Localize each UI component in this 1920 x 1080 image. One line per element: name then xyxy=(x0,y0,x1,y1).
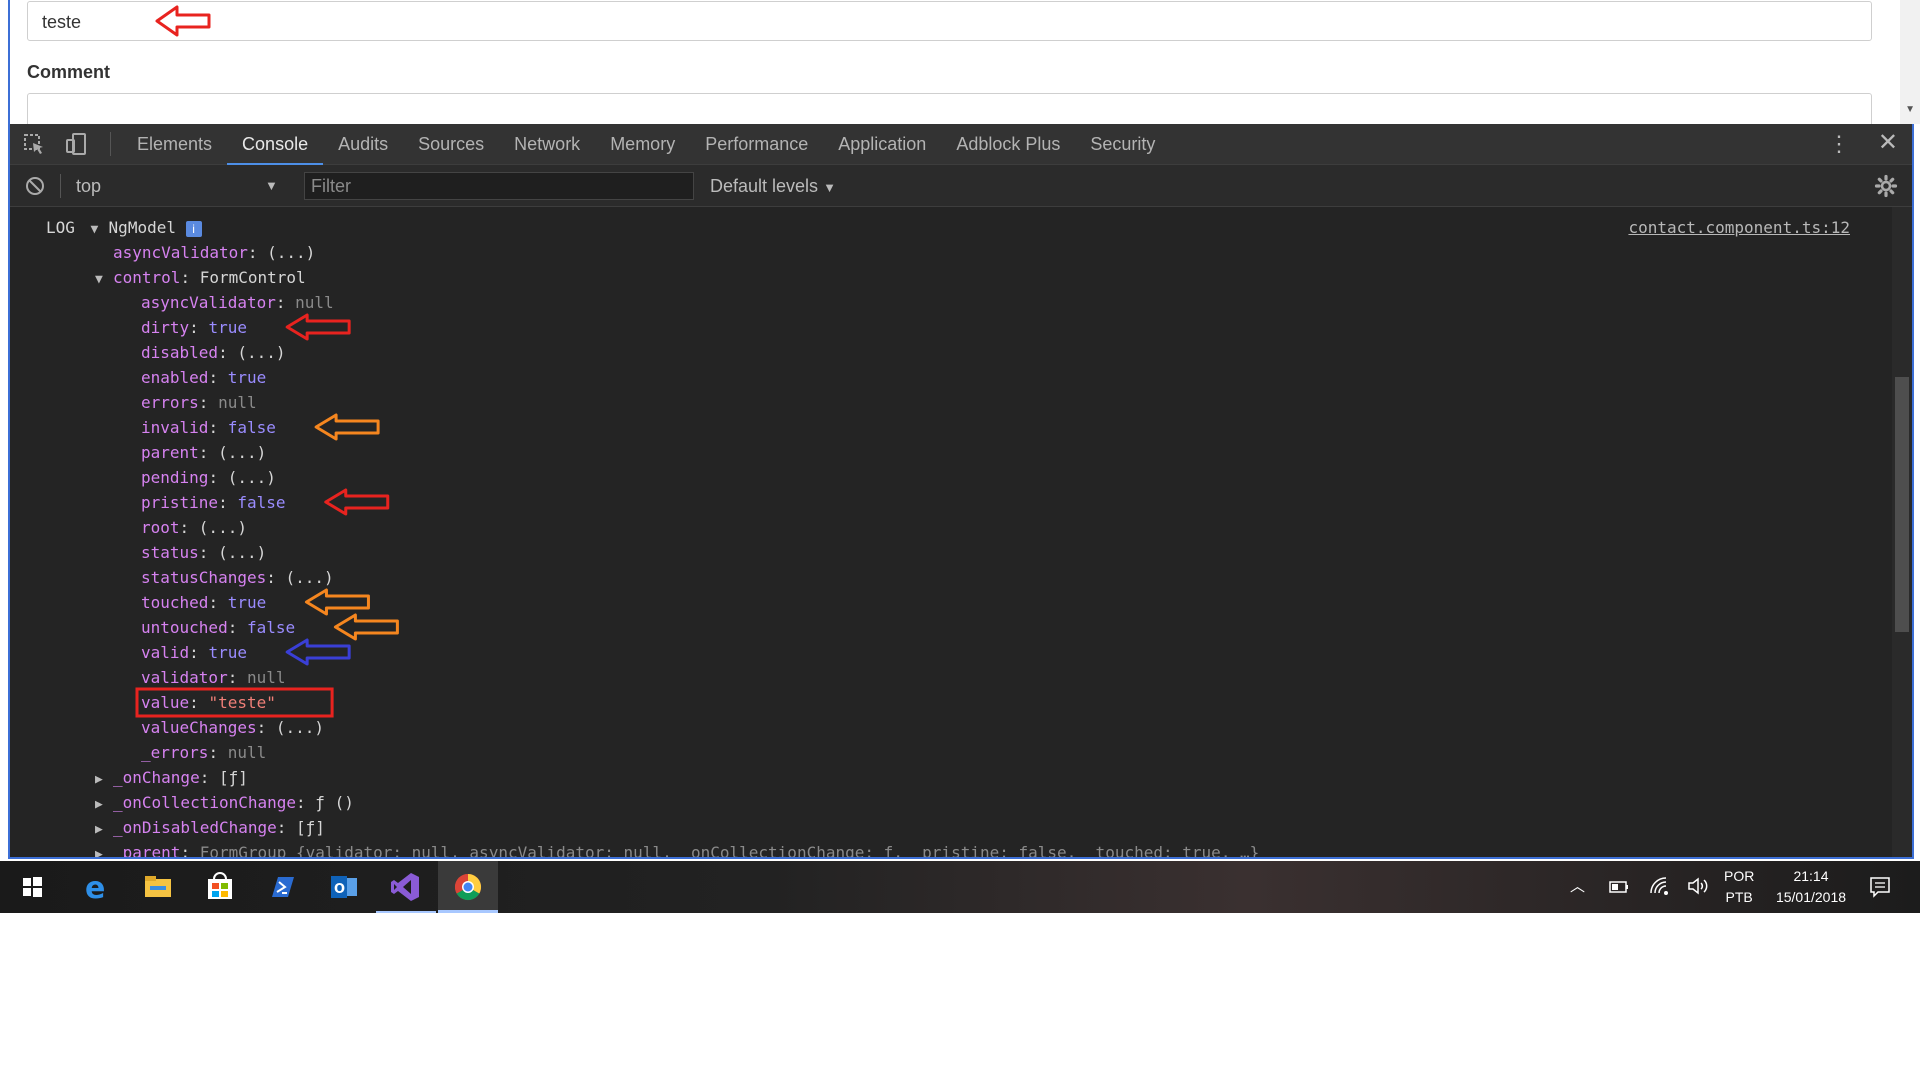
annotation-arrow-orange xyxy=(314,413,380,441)
devtools-tabs: Elements Console Audits Sources Network … xyxy=(122,124,1170,165)
keyboard-layout: PTB xyxy=(1725,889,1753,905)
log-levels-label: Default levels xyxy=(710,176,819,196)
annotation-arrow-orange xyxy=(304,588,370,616)
svg-text:e: e xyxy=(85,871,105,906)
powershell-icon[interactable] xyxy=(252,861,312,913)
language-indicator[interactable]: POR PTB xyxy=(1724,866,1754,908)
action-center-icon[interactable] xyxy=(1868,875,1892,899)
filter-input[interactable] xyxy=(304,172,694,200)
tab-security[interactable]: Security xyxy=(1075,124,1170,165)
tab-application[interactable]: Application xyxy=(823,124,941,165)
volume-icon[interactable] xyxy=(1686,875,1710,897)
close-icon[interactable]: ✕ xyxy=(1878,130,1898,156)
devtools-panel: Elements Console Audits Sources Network … xyxy=(8,124,1914,859)
annotation-arrow-blue xyxy=(285,638,351,666)
tab-sources[interactable]: Sources xyxy=(403,124,499,165)
more-options-icon[interactable]: ⋮ xyxy=(1828,132,1850,156)
wifi-icon[interactable] xyxy=(1648,875,1670,897)
tab-performance[interactable]: Performance xyxy=(690,124,823,165)
windows-taskbar: e O ︿ POR PTB 21:14 15/01/2018 xyxy=(0,861,1920,913)
clock[interactable]: 21:14 15/01/2018 xyxy=(1768,866,1854,908)
web-page: teste Comment ▼ xyxy=(0,0,1920,124)
console-scrollbar[interactable] xyxy=(1892,207,1912,857)
tab-console[interactable]: Console xyxy=(227,124,324,165)
chrome-icon xyxy=(454,873,482,901)
annotation-overlay xyxy=(135,313,399,718)
annotation-arrow-red xyxy=(155,5,211,37)
name-input[interactable]: teste xyxy=(27,1,1872,41)
visual-studio-button[interactable] xyxy=(376,861,436,913)
annotation-arrow-red xyxy=(324,488,390,516)
store-icon[interactable] xyxy=(190,861,250,913)
annotation-arrow-red xyxy=(285,313,351,341)
device-toolbar-icon[interactable] xyxy=(64,132,88,156)
comment-textarea[interactable] xyxy=(27,93,1872,124)
window-border xyxy=(8,0,10,124)
clear-console-icon[interactable] xyxy=(24,175,46,197)
visual-studio-icon xyxy=(391,873,419,901)
context-select[interactable]: top xyxy=(76,165,101,207)
outlook-icon[interactable]: O xyxy=(314,861,374,913)
toolbar-divider xyxy=(60,174,61,198)
page-scrollbar[interactable]: ▼ xyxy=(1900,0,1920,124)
svg-text:O: O xyxy=(334,882,345,897)
gear-icon[interactable] xyxy=(1874,174,1898,198)
console-toolbar: top ▼ Default levels ▼ xyxy=(10,165,1912,207)
tab-elements[interactable]: Elements xyxy=(122,124,227,165)
dropdown-arrow-icon[interactable]: ▼ xyxy=(265,165,278,207)
dropdown-arrow-icon: ▼ xyxy=(823,180,836,195)
start-icon[interactable] xyxy=(2,861,62,913)
annotation-arrow-orange xyxy=(333,613,399,641)
file-explorer-icon[interactable] xyxy=(128,861,188,913)
scroll-down-icon[interactable]: ▼ xyxy=(1905,104,1915,115)
clock-date: 15/01/2018 xyxy=(1775,889,1847,905)
comment-label: Comment xyxy=(27,62,111,82)
tab-audits[interactable]: Audits xyxy=(323,124,403,165)
scrollbar-thumb[interactable] xyxy=(1895,377,1909,632)
edge-icon[interactable]: e xyxy=(66,861,126,913)
show-hidden-icons-icon[interactable]: ︿ xyxy=(1570,875,1585,896)
tab-adblock-plus[interactable]: Adblock Plus xyxy=(941,124,1075,165)
inspect-element-icon[interactable] xyxy=(22,132,46,156)
toolbar-divider xyxy=(110,132,111,156)
devtools-toolbar: Elements Console Audits Sources Network … xyxy=(10,124,1912,165)
log-levels-dropdown[interactable]: Default levels ▼ xyxy=(710,165,836,209)
battery-icon[interactable] xyxy=(1608,877,1630,897)
tab-memory[interactable]: Memory xyxy=(595,124,690,165)
language-code: POR xyxy=(1724,868,1755,884)
annotation-box-red xyxy=(135,687,334,718)
clock-time: 21:14 xyxy=(1793,868,1829,884)
chrome-button[interactable] xyxy=(438,861,498,913)
tab-network[interactable]: Network xyxy=(499,124,595,165)
